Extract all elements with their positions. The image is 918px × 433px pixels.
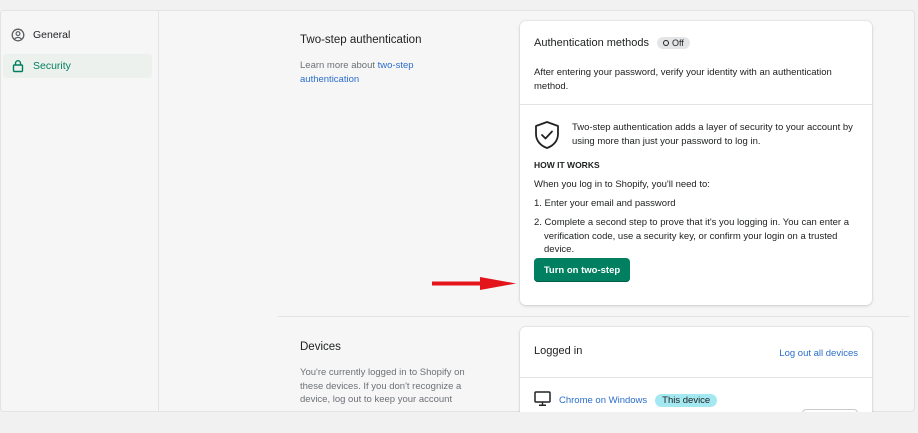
turn-on-two-step-button[interactable]: Turn on two-step xyxy=(534,258,630,282)
step-1: 1. Enter your email and password xyxy=(534,198,676,209)
log-out-all-devices-link[interactable]: Log out all devices xyxy=(779,348,858,359)
lock-icon xyxy=(3,59,33,73)
card-title: Authentication methods xyxy=(534,37,649,49)
section-separator xyxy=(278,316,910,317)
red-arrow-annotation xyxy=(432,276,516,297)
how-intro: When you log in to Shopify, you'll need … xyxy=(534,179,710,190)
sidebar-item-general[interactable]: General xyxy=(3,23,152,47)
this-device-badge: This device xyxy=(655,394,718,407)
status-badge-label: Off xyxy=(671,38,684,48)
two-step-title: Two-step authentication xyxy=(300,34,422,46)
shield-description: Two-step authentication adds a layer of … xyxy=(572,122,853,147)
device-name-link[interactable]: Chrome on Windows xyxy=(559,395,647,406)
auth-intro-text: After entering your password, verify you… xyxy=(534,67,832,92)
shield-check-icon xyxy=(533,120,561,155)
status-dot-icon xyxy=(662,40,669,46)
sidebar-item-label: Security xyxy=(33,60,71,72)
user-circle-icon xyxy=(3,28,33,42)
devices-description: You're currently logged in to Shopify on… xyxy=(300,367,465,405)
card-title: Logged in xyxy=(534,345,583,357)
how-it-works-heading: HOW IT WORKS xyxy=(534,160,600,170)
sidebar: General Security xyxy=(1,11,159,411)
sidebar-item-security[interactable]: Security xyxy=(3,54,152,78)
sidebar-item-label: General xyxy=(33,29,71,41)
card-header: Authentication methods Off xyxy=(534,37,690,49)
two-step-description: Learn more about two-step authentication xyxy=(300,59,450,86)
desktop-icon xyxy=(534,391,551,410)
page-background-strip xyxy=(0,412,918,433)
step-2: 2. Complete a second step to prove that … xyxy=(534,217,849,255)
card-divider xyxy=(520,104,872,105)
device-row: Chrome on Windows This device xyxy=(534,391,718,410)
status-badge: Off xyxy=(656,37,690,49)
logged-in-devices-card: Logged in Log out all devices Chrome on … xyxy=(520,327,872,423)
devices-title: Devices xyxy=(300,341,341,353)
card-divider xyxy=(520,377,872,378)
two-step-desc-prefix: Learn more about xyxy=(300,60,378,71)
